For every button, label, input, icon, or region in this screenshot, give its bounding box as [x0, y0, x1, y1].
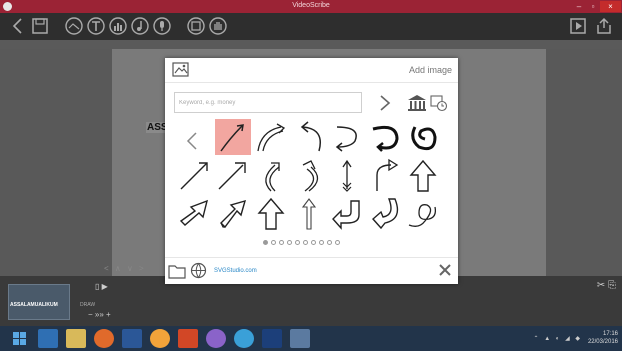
- close-dialog-icon[interactable]: [438, 263, 452, 277]
- title-bar: VideoScribe – ▫ ×: [0, 0, 622, 13]
- search-row: [174, 92, 449, 114]
- page-dot[interactable]: [311, 240, 316, 245]
- start-button-icon[interactable]: [10, 329, 30, 348]
- canvas-nav-controls[interactable]: < ∧ ∨ >: [104, 264, 146, 273]
- image-arrow-straight[interactable]: [215, 119, 251, 155]
- powerpoint-icon[interactable]: [178, 329, 198, 348]
- image-arrow-curve-up[interactable]: [253, 157, 289, 193]
- image-arrow-loop-left[interactable]: [367, 119, 403, 155]
- chart-tool-icon[interactable]: [108, 16, 128, 36]
- svgstudio-link[interactable]: SVGStudio.com: [214, 268, 257, 274]
- image-arrow-feathered[interactable]: [329, 157, 365, 193]
- image-arrow-diagonal-thin[interactable]: [177, 157, 213, 193]
- image-arrow-block-diagonal[interactable]: [177, 195, 213, 231]
- dialog-header: Add image: [165, 58, 458, 83]
- image-arrow-swirl[interactable]: [405, 195, 441, 231]
- text-tool-icon[interactable]: [86, 16, 106, 36]
- globe-icon[interactable]: [190, 262, 207, 279]
- image-arrow-curve-s[interactable]: [291, 157, 327, 193]
- image-arrow-hook-left[interactable]: [291, 119, 327, 155]
- window-title: VideoScribe: [292, 2, 330, 9]
- timeline-zoom-controls[interactable]: − »» +: [88, 310, 111, 319]
- image-arrow-bent-up[interactable]: [367, 157, 403, 193]
- scene-label: ASSALAMUALIKUM: [10, 302, 58, 308]
- clock-time: 17:16: [602, 331, 618, 337]
- search-input[interactable]: [174, 92, 362, 113]
- image-arrow-hook-right[interactable]: [329, 119, 365, 155]
- image-arrow-block-up[interactable]: [253, 195, 289, 231]
- page-dot[interactable]: [335, 240, 340, 245]
- dialog-footer: SVGStudio.com: [165, 257, 458, 284]
- folder-icon[interactable]: [168, 263, 186, 279]
- ruler: [0, 40, 622, 49]
- word-icon[interactable]: [122, 329, 142, 348]
- minimize-button[interactable]: –: [572, 1, 586, 12]
- page-dot[interactable]: [271, 240, 276, 245]
- hand-tool-icon[interactable]: [208, 16, 228, 36]
- image-arrow-uturn-curl[interactable]: [367, 195, 403, 231]
- system-tray-icons[interactable]: ⌃ ▲ ◐ ◢ ◆: [534, 335, 583, 342]
- videoscribe-window: VideoScribe – ▫ × ASS < ∧ ∨ > ASSALAMUAL…: [0, 0, 622, 351]
- firefox-icon[interactable]: [94, 329, 114, 348]
- save-icon[interactable]: [30, 16, 50, 36]
- timeline-cut-icon[interactable]: ✂ ⎘: [597, 280, 616, 291]
- page-dot[interactable]: [295, 240, 300, 245]
- restore-button[interactable]: ▫: [586, 1, 600, 12]
- scene-label-secondary: DRAW: [80, 302, 96, 308]
- videoscribe-taskbar-icon[interactable]: [290, 329, 310, 348]
- page-dot[interactable]: [263, 240, 268, 245]
- chrome-icon[interactable]: [150, 329, 170, 348]
- recent-images-icon[interactable]: [430, 93, 448, 113]
- photoshop-icon[interactable]: [262, 329, 282, 348]
- image-grid: [177, 119, 447, 233]
- image-arrow-block-up-outline[interactable]: [405, 157, 441, 193]
- page-indicator: [263, 240, 353, 248]
- image-arrow-uturn-block[interactable]: [329, 195, 365, 231]
- image-arrow-block-3d[interactable]: [215, 195, 251, 231]
- clock-date: 22/03/2016: [587, 339, 618, 345]
- image-arrow-diagonal-outline[interactable]: [215, 157, 251, 193]
- page-dot[interactable]: [303, 240, 308, 245]
- media-icon[interactable]: [206, 329, 226, 348]
- voiceover-tool-icon[interactable]: [152, 16, 172, 36]
- share-icon[interactable]: [594, 16, 614, 36]
- back-icon[interactable]: [8, 16, 28, 36]
- close-window-button[interactable]: ×: [600, 1, 621, 12]
- play-preview-icon[interactable]: [568, 16, 588, 36]
- page-dot[interactable]: [287, 240, 292, 245]
- page-dot[interactable]: [319, 240, 324, 245]
- image-arrow-thin-up[interactable]: [291, 195, 327, 231]
- page-dot[interactable]: [327, 240, 332, 245]
- image-arrow-loop-right[interactable]: [405, 119, 441, 155]
- timeline-doc-icon[interactable]: ▯ ▶: [95, 282, 108, 291]
- image-tool-icon[interactable]: [64, 16, 84, 36]
- image-arrow-double-curve[interactable]: [253, 119, 289, 155]
- search-go-icon[interactable]: [378, 93, 392, 113]
- dialog-title: Add image: [408, 65, 452, 75]
- file-explorer-icon[interactable]: [66, 329, 86, 348]
- ie-icon[interactable]: [38, 329, 58, 348]
- music-tool-icon[interactable]: [130, 16, 150, 36]
- page-dot[interactable]: [279, 240, 284, 245]
- add-image-dialog: Add image Keyword, e.g. money SVGStudio.…: [165, 58, 458, 284]
- image-icon: [172, 62, 189, 77]
- windows-taskbar: ⌃ ▲ ◐ ◢ ◆ 17:16 22/03/2016: [0, 326, 622, 351]
- library-icon[interactable]: [406, 93, 428, 113]
- background-tool-icon[interactable]: [186, 16, 206, 36]
- player-icon[interactable]: [234, 329, 254, 348]
- main-toolbar: [0, 13, 622, 40]
- clock[interactable]: 17:16 22/03/2016: [588, 330, 618, 346]
